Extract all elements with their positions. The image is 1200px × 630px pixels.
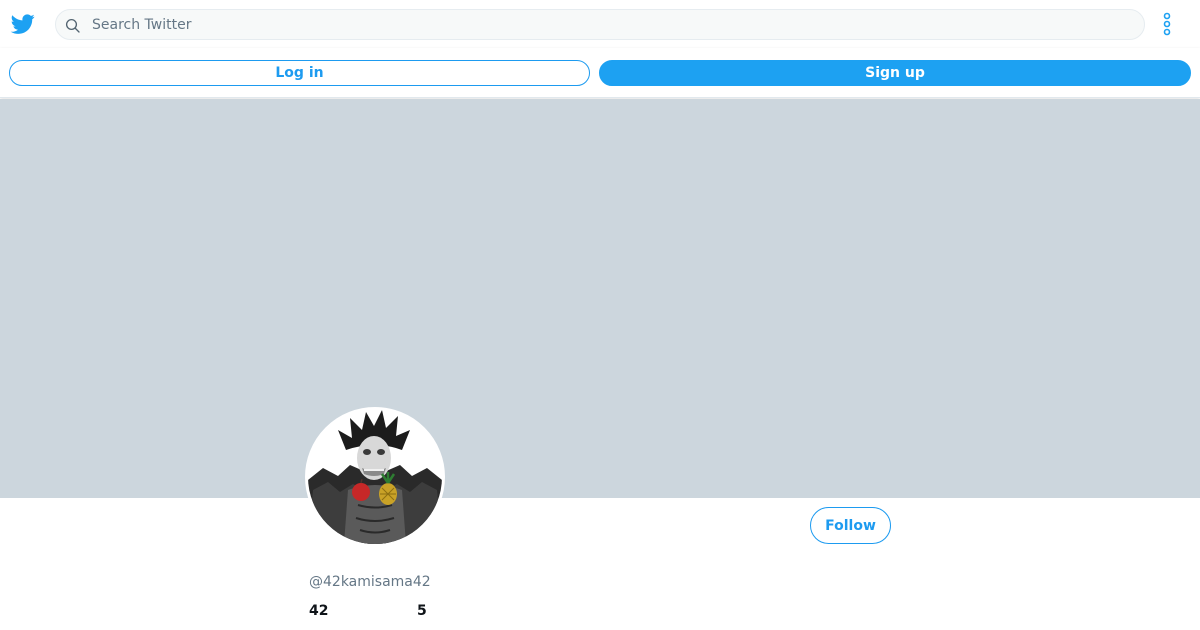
login-button[interactable]: Log in <box>9 60 590 86</box>
followers-count[interactable]: 5 <box>417 603 427 619</box>
vertical-more-icon[interactable] <box>1156 12 1178 36</box>
follow-button[interactable]: Follow <box>810 507 891 544</box>
following-count[interactable]: 42 <box>309 603 328 619</box>
avatar-image <box>308 410 442 544</box>
twitter-bird-icon[interactable] <box>10 12 36 36</box>
auth-bar: Log in Sign up <box>0 48 1200 98</box>
search-box[interactable] <box>55 9 1145 40</box>
profile-avatar[interactable] <box>305 407 445 547</box>
top-bar <box>0 0 1200 48</box>
profile-banner <box>0 99 1200 498</box>
signup-button[interactable]: Sign up <box>599 60 1191 86</box>
profile-handle: @42kamisama42 <box>309 574 431 590</box>
search-icon <box>65 18 80 33</box>
search-input[interactable] <box>92 10 1132 39</box>
